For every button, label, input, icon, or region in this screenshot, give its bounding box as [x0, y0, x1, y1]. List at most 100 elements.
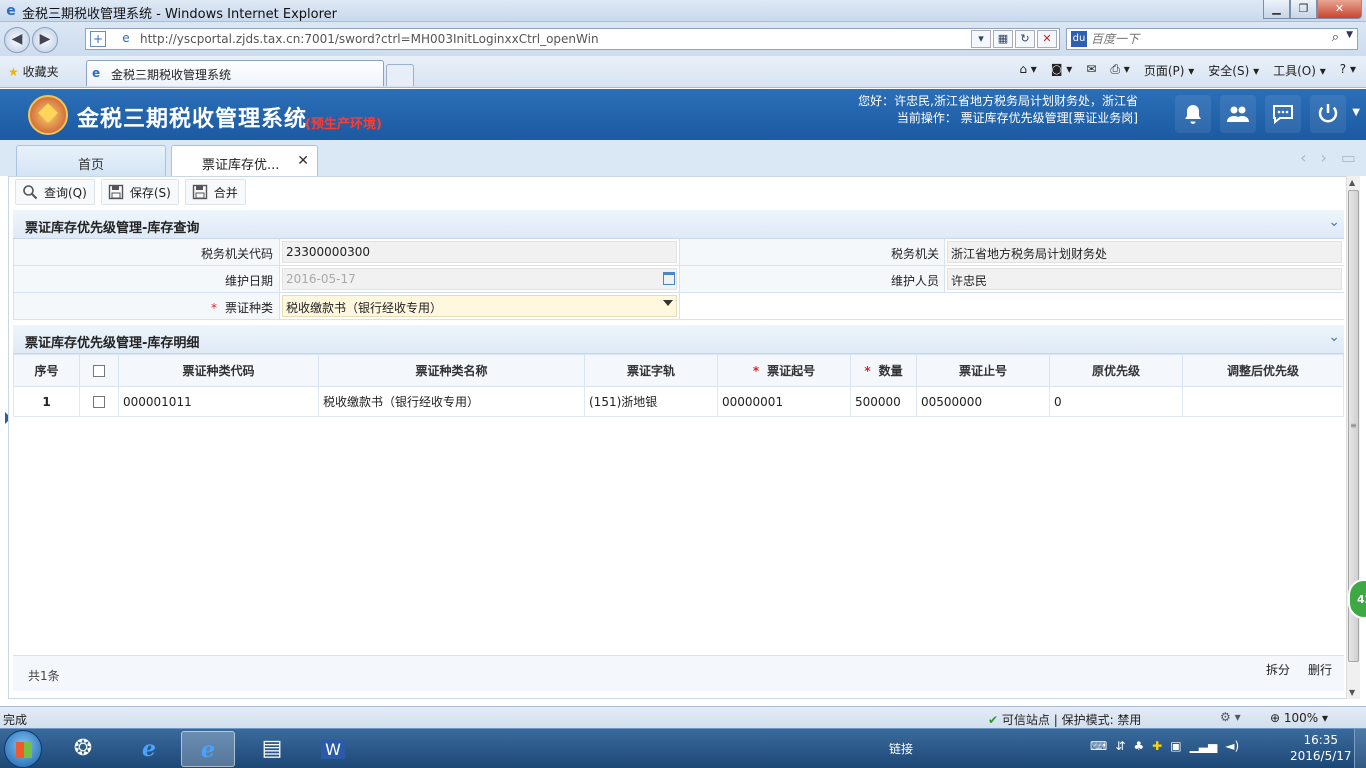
cell-start-no[interactable]: 00000001: [717, 386, 851, 417]
table-footer: 共1条 拆分 删行: [13, 655, 1344, 691]
safety-menu[interactable]: 安全(S) ▾: [1208, 62, 1259, 79]
split-button[interactable]: 拆分: [1266, 661, 1290, 678]
address-bar[interactable]: + e http://yscportal.zjds.tax.cn:7001/sw…: [85, 28, 1060, 50]
table-row[interactable]: 1 000001011 税收缴款书（银行经收专用） (151)浙地银 00000…: [13, 386, 1344, 417]
chevron-down-icon[interactable]: ⌄: [1328, 214, 1340, 230]
cell-orig-priority: 0: [1049, 386, 1183, 417]
status-bar: 完成 ✔ 可信站点 | 保护模式: 禁用 ⚙ ▾ ⊕ 100% ▾: [0, 706, 1366, 728]
users-icon[interactable]: [1220, 95, 1256, 133]
back-button[interactable]: ◀: [4, 27, 30, 53]
col-new-priority: 调整后优先级: [1182, 354, 1344, 387]
page-scrollbar[interactable]: ▲ ≡ ▼: [1346, 176, 1360, 699]
app-icon-colorful[interactable]: ❂: [56, 731, 110, 767]
close-window-button[interactable]: ✕: [1317, 0, 1362, 19]
forward-button[interactable]: ▶: [32, 27, 58, 53]
app-title: 金税三期税收管理系统: [77, 107, 308, 132]
search-box[interactable]: du ⌕ ▼: [1066, 28, 1358, 50]
calendar-icon[interactable]: [663, 272, 675, 285]
status-tools-icon[interactable]: ⚙ ▾: [1220, 710, 1241, 724]
scroll-down-icon[interactable]: ▼: [1349, 688, 1355, 697]
required-mark: *: [864, 364, 871, 378]
zoom-control[interactable]: ⊕ 100% ▾: [1270, 711, 1328, 725]
device-icon[interactable]: ▣: [1170, 739, 1181, 753]
ie-taskbar-icon[interactable]: e: [122, 731, 176, 767]
cell-end-no: 00500000: [916, 386, 1050, 417]
browser-tab[interactable]: e 金税三期税收管理系统: [86, 60, 384, 86]
network-icon[interactable]: ♣: [1133, 739, 1144, 753]
start-button[interactable]: [4, 730, 42, 768]
refresh-icon[interactable]: ↻: [1015, 30, 1035, 48]
cell-seq: 1: [13, 386, 80, 417]
signal-icon[interactable]: ▁▃▅: [1190, 739, 1218, 753]
word-icon[interactable]: W: [306, 731, 360, 767]
chevron-down-icon[interactable]: ⌄: [1328, 329, 1340, 345]
search-dropdown-icon[interactable]: ▼: [1346, 30, 1353, 40]
merge-button[interactable]: 合并: [184, 179, 246, 205]
compat-view-icon[interactable]: ▦: [993, 30, 1013, 48]
keyboard-icon[interactable]: ⌨: [1090, 739, 1107, 753]
safety-menu-label: 安全(S): [1208, 64, 1250, 78]
security-zone-label: 可信站点 | 保护模式: 禁用: [1001, 713, 1142, 727]
links-toolbar-label[interactable]: 链接: [889, 740, 913, 757]
delete-row-button[interactable]: 删行: [1308, 661, 1332, 678]
stop-icon[interactable]: ✕: [1037, 30, 1057, 48]
mail-icon[interactable]: ✉: [1086, 62, 1096, 79]
cell-qty[interactable]: 500000: [850, 386, 917, 417]
favorites-button[interactable]: ★ 收藏夹: [8, 63, 59, 80]
system-tray: ⌨ ⇵ ♣ ✚ ▣ ▁▃▅ ◄): [1090, 739, 1239, 753]
bell-icon[interactable]: [1175, 95, 1211, 133]
query-section-title: 票证库存优先级管理-库存查询: [25, 221, 200, 236]
maintain-date-field: 2016-05-17: [282, 268, 677, 290]
side-float-badge[interactable]: 42: [1348, 579, 1366, 619]
add-favorite-icon[interactable]: +: [90, 31, 106, 47]
tab-prev-icon[interactable]: ‹: [1300, 148, 1306, 167]
clock[interactable]: 16:35 2016/5/17: [1290, 732, 1352, 764]
tab-next-icon[interactable]: ›: [1320, 148, 1326, 167]
query-button[interactable]: 查询(Q): [15, 179, 95, 205]
favorites-bar: ★ 收藏夹 e 金税三期税收管理系统 ⌂ ▾ ◙ ▾ ✉ ⎙ ▾ 页面(P) ▾…: [0, 56, 1366, 88]
taskbar: ❂ e e ▤ W 链接 ⌨ ⇵ ♣ ✚ ▣ ▁▃▅ ◄) 16:35 2016…: [0, 728, 1366, 768]
ticket-type-select[interactable]: 税收缴款书（银行经收专用）: [282, 295, 677, 317]
ie-logo-icon: e: [6, 3, 16, 19]
scroll-up-icon[interactable]: ▲: [1349, 178, 1355, 187]
row-checkbox[interactable]: [93, 396, 105, 408]
feeds-icon[interactable]: ◙ ▾: [1051, 62, 1072, 79]
current-operation: 当前操作： 票证库存优先级管理[票证业务岗]: [896, 111, 1138, 125]
app-tab-bar: 首页 票证库存优... ✕ ‹ › ▭: [0, 140, 1366, 176]
volume-icon[interactable]: ◄): [1225, 739, 1239, 753]
close-tab-icon[interactable]: ✕: [297, 153, 309, 169]
save-button[interactable]: 保存(S): [100, 179, 179, 205]
chat-icon[interactable]: [1265, 95, 1301, 133]
tray-arrow-icon[interactable]: ⇵: [1115, 739, 1125, 753]
cell-type-name: 税收缴款书（银行经收专用）: [318, 386, 585, 417]
query-section-header: 票证库存优先级管理-库存查询 ⌄: [13, 210, 1344, 239]
power-icon[interactable]: [1310, 95, 1346, 133]
tab-maximize-icon[interactable]: ▭: [1341, 148, 1356, 167]
print-icon[interactable]: ⎙ ▾: [1110, 62, 1129, 79]
select-arrow-icon[interactable]: [663, 300, 673, 306]
help-icon[interactable]: ? ▾: [1340, 62, 1356, 79]
new-tab-button[interactable]: [386, 64, 414, 86]
address-row: ◀ ▶ + e http://yscportal.zjds.tax.cn:700…: [0, 22, 1366, 56]
select-all-checkbox[interactable]: [93, 365, 105, 377]
col-start-no: * 票证起号: [717, 354, 851, 387]
tab-home[interactable]: 首页: [16, 145, 166, 176]
search-input[interactable]: [1091, 31, 1321, 47]
minimize-button[interactable]: ▁: [1263, 0, 1290, 19]
tools-menu[interactable]: 工具(O) ▾: [1273, 62, 1326, 79]
show-desktop-button[interactable]: [1354, 729, 1366, 768]
folder-icon[interactable]: ▤: [245, 731, 299, 767]
home-icon[interactable]: ⌂ ▾: [1019, 62, 1036, 79]
dropdown-icon[interactable]: ▾: [971, 30, 991, 48]
ticket-type-label-cell: * 票证种类: [14, 293, 280, 319]
maximize-button[interactable]: ❐: [1290, 0, 1317, 19]
search-icon[interactable]: ⌕: [1332, 30, 1339, 45]
page-menu[interactable]: 页面(P) ▾: [1144, 62, 1194, 79]
ie-active-taskbar-icon[interactable]: e: [181, 731, 235, 767]
header-menu-arrow-icon[interactable]: ▼: [1352, 107, 1360, 118]
url-text[interactable]: http://yscportal.zjds.tax.cn:7001/sword?…: [140, 32, 599, 46]
cell-new-priority[interactable]: [1182, 386, 1344, 417]
tab-ticket-priority[interactable]: 票证库存优... ✕: [171, 145, 318, 176]
browser-tab-title: 金税三期税收管理系统: [111, 68, 232, 82]
shield-plus-icon[interactable]: ✚: [1152, 739, 1162, 753]
